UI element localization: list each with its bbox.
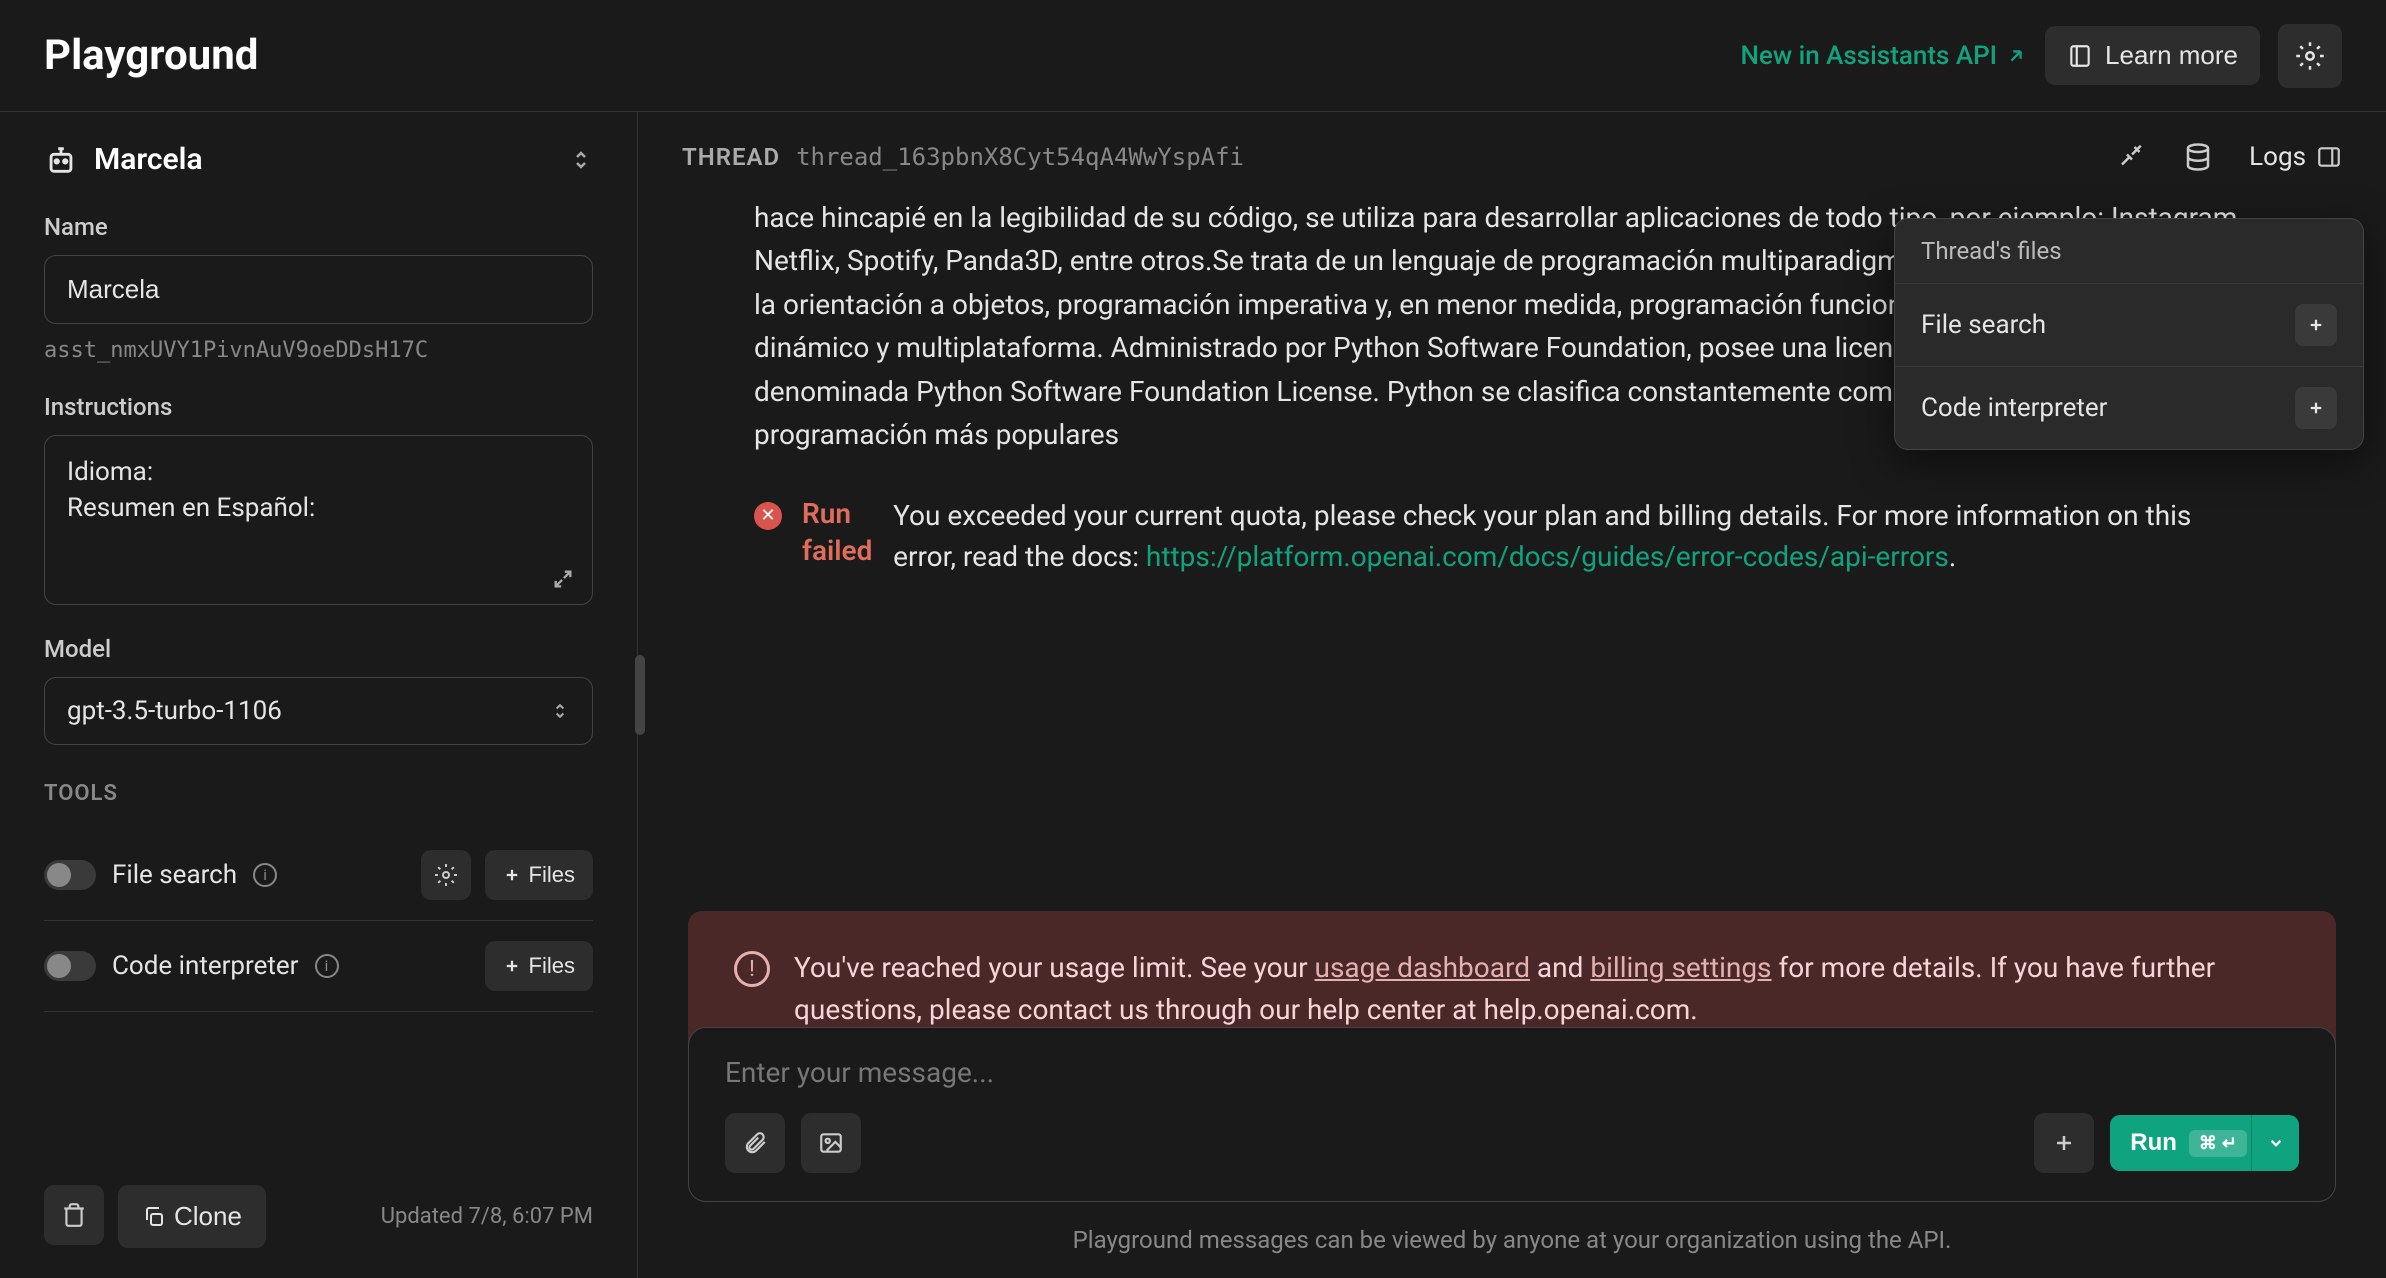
sweep-icon[interactable] — [2117, 142, 2147, 172]
gear-icon — [434, 863, 458, 887]
sidebar-footer: Clone Updated 7/8, 6:07 PM — [44, 1185, 593, 1248]
new-in-assistants-link[interactable]: New in Assistants API — [1740, 41, 2027, 71]
learn-more-label: Learn more — [2105, 40, 2238, 71]
popover-code-interpreter-label: Code interpreter — [1921, 393, 2108, 423]
run-button[interactable]: Run ⌘ ↵ — [2110, 1115, 2267, 1171]
plus-icon — [503, 866, 521, 884]
plus-icon — [503, 957, 521, 975]
tools-label: TOOLS — [44, 781, 593, 806]
image-button[interactable] — [801, 1113, 861, 1173]
file-search-toggle[interactable] — [44, 860, 96, 890]
image-icon — [818, 1130, 844, 1156]
popover-file-search-label: File search — [1921, 310, 2046, 340]
tool-row-file-search: File search i Files — [44, 830, 593, 921]
plus-icon — [2052, 1131, 2076, 1155]
code-interpreter-files-button[interactable]: Files — [485, 941, 593, 991]
files-btn-label: Files — [529, 862, 575, 888]
file-search-label: File search — [112, 860, 237, 890]
info-icon[interactable]: i — [253, 863, 277, 887]
instructions-label: Instructions — [44, 393, 593, 421]
clone-label: Clone — [174, 1201, 242, 1232]
message-input-area: Enter your message... — [688, 1027, 2336, 1202]
logs-button[interactable]: Logs — [2249, 142, 2342, 172]
popover-add-file-search[interactable] — [2295, 304, 2337, 346]
settings-button[interactable] — [2278, 24, 2342, 88]
message-input[interactable]: Enter your message... — [725, 1056, 2299, 1089]
attach-button[interactable] — [725, 1113, 785, 1173]
book-icon — [2067, 43, 2093, 69]
run-label: Run — [2130, 1129, 2177, 1157]
tool-row-code-interpreter: Code interpreter i Files — [44, 921, 593, 1012]
file-search-files-button[interactable]: Files — [485, 850, 593, 900]
popover-add-code-interpreter[interactable] — [2295, 387, 2337, 429]
files-btn-label: Files — [529, 953, 575, 979]
usage-dashboard-link[interactable]: usage dashboard — [1315, 951, 1530, 984]
assistant-name-header: Marcela — [94, 142, 203, 177]
error-icon: ✕ — [754, 502, 782, 530]
new-in-assistants-label: New in Assistants API — [1740, 41, 1997, 71]
robot-icon — [44, 143, 78, 177]
gear-icon — [2295, 41, 2325, 71]
name-label: Name — [44, 213, 593, 241]
footer-note: Playground messages can be viewed by any… — [638, 1202, 2386, 1278]
add-button[interactable] — [2034, 1113, 2094, 1173]
model-select[interactable]: gpt-3.5-turbo-1106 — [44, 677, 593, 745]
plus-icon — [2307, 316, 2325, 334]
learn-more-button[interactable]: Learn more — [2045, 26, 2260, 85]
assistant-id: asst_nmxUVY1PivnAuV9oeDDsH17C — [44, 338, 593, 363]
expand-icon[interactable] — [552, 568, 574, 590]
assistant-header-left: Marcela — [44, 142, 203, 177]
content-header-right: Logs — [2117, 142, 2342, 172]
header-right: New in Assistants API Learn more — [1740, 24, 2342, 88]
top-header: Playground New in Assistants API Learn m… — [0, 0, 2386, 112]
clone-button[interactable]: Clone — [118, 1185, 266, 1248]
copy-icon — [142, 1205, 166, 1229]
instructions-input[interactable]: Idioma: Resumen en Español: — [44, 435, 593, 605]
run-failed-label: Run failed — [802, 496, 873, 569]
paperclip-icon — [742, 1130, 768, 1156]
database-icon[interactable] — [2183, 142, 2213, 172]
chevron-up-down-icon[interactable] — [569, 148, 593, 172]
code-interpreter-toggle[interactable] — [44, 951, 96, 981]
content-header: THREAD thread_163pbnX8Cyt54qA4WwYspAfi L… — [638, 112, 2386, 196]
tool-left: File search i — [44, 860, 277, 890]
plus-icon — [2307, 399, 2325, 417]
instructions-text: Idioma: Resumen en Español: — [67, 454, 570, 527]
sidebar: Marcela Name asst_nmxUVY1PivnAuV9oeDDsH1… — [0, 112, 638, 1278]
page-title: Playground — [44, 31, 258, 80]
run-dropdown-button[interactable] — [2251, 1115, 2299, 1171]
warning-icon: ! — [734, 951, 770, 987]
trash-icon — [61, 1202, 87, 1228]
run-failed-row: ✕ Run failed You exceeded your current q… — [754, 456, 2306, 607]
input-toolbar: Run ⌘ ↵ — [725, 1113, 2299, 1173]
chevron-down-icon — [2267, 1134, 2285, 1152]
model-value: gpt-3.5-turbo-1106 — [67, 696, 282, 726]
chevron-up-down-icon — [550, 701, 570, 721]
run-kbd: ⌘ ↵ — [2189, 1130, 2247, 1157]
file-search-settings-button[interactable] — [421, 850, 471, 900]
model-label: Model — [44, 635, 593, 663]
popover-row-file-search: File search — [1895, 284, 2363, 367]
name-input[interactable] — [44, 255, 593, 324]
thread-label: THREAD — [682, 143, 780, 171]
popover-row-code-interpreter: Code interpreter — [1895, 367, 2363, 449]
assistant-header: Marcela — [44, 142, 593, 177]
delete-button[interactable] — [44, 1185, 104, 1245]
code-interpreter-label: Code interpreter — [112, 951, 299, 981]
error-docs-link[interactable]: https://platform.openai.com/docs/guides/… — [1146, 540, 1949, 573]
logs-label: Logs — [2249, 142, 2306, 172]
run-failed-text: You exceeded your current quota, please … — [893, 496, 2226, 577]
billing-settings-link[interactable]: billing settings — [1590, 951, 1771, 984]
thread-id: thread_163pbnX8Cyt54qA4WwYspAfi — [796, 143, 1244, 171]
info-icon[interactable]: i — [315, 954, 339, 978]
thread-files-popover: Thread's files File search Code interpre… — [1894, 218, 2364, 450]
external-link-icon — [2005, 45, 2027, 67]
tool-left: Code interpreter i — [44, 951, 339, 981]
panel-right-icon — [2316, 144, 2342, 170]
updated-text: Updated 7/8, 6:07 PM — [381, 1204, 593, 1229]
thread-info: THREAD thread_163pbnX8Cyt54qA4WwYspAfi — [682, 143, 1244, 171]
warning-text: You've reached your usage limit. See you… — [794, 947, 2290, 1031]
popover-title: Thread's files — [1895, 219, 2363, 284]
